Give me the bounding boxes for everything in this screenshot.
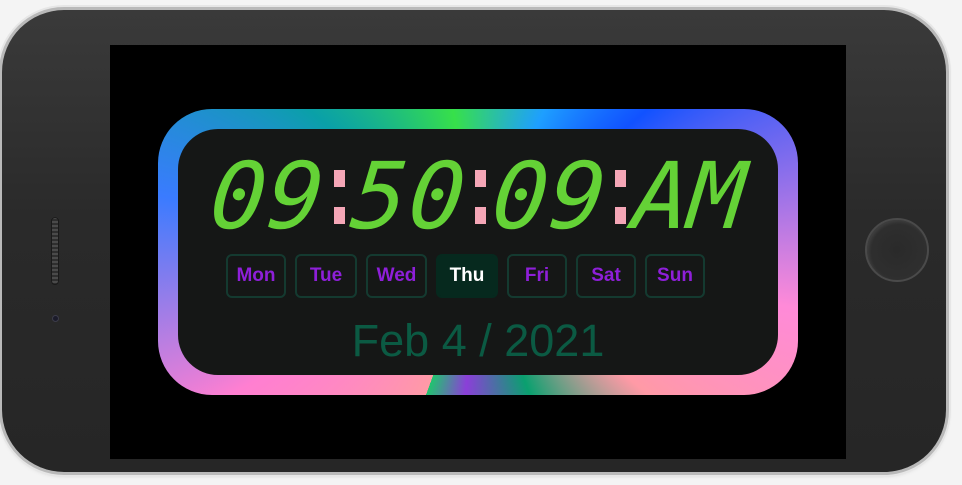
- day-fri: Fri: [507, 254, 567, 298]
- hours-digits: 09: [205, 143, 332, 250]
- clock-panel: 09 50 09 AM Mon Tue Wed Thu Fri Sat Sun …: [178, 129, 778, 375]
- day-sun: Sun: [645, 254, 705, 298]
- weekday-row: Mon Tue Wed Thu Fri Sat Sun: [226, 254, 705, 298]
- minutes-digits: 50: [346, 143, 473, 250]
- rainbow-frame: 09 50 09 AM Mon Tue Wed Thu Fri Sat Sun …: [158, 109, 798, 395]
- day-thu: Thu: [436, 254, 498, 298]
- date-label: Feb 4 / 2021: [351, 315, 605, 366]
- day-tue: Tue: [295, 254, 357, 298]
- colon-separator: [328, 147, 350, 247]
- home-button[interactable]: [865, 218, 929, 282]
- day-mon: Mon: [226, 254, 286, 298]
- page: 09 50 09 AM Mon Tue Wed Thu Fri Sat Sun …: [0, 0, 962, 485]
- day-sat: Sat: [576, 254, 636, 298]
- digital-time: 09 50 09 AM: [178, 143, 778, 250]
- colon-separator: [469, 147, 491, 247]
- day-wed: Wed: [366, 254, 427, 298]
- phone-body: 09 50 09 AM Mon Tue Wed Thu Fri Sat Sun …: [2, 10, 946, 472]
- front-camera: [53, 316, 58, 321]
- colon-separator: [610, 147, 632, 247]
- ampm-indicator: AM: [628, 143, 751, 250]
- volume-down-button: [262, 472, 322, 476]
- seconds-digits: 09: [487, 143, 614, 250]
- phone-screen: 09 50 09 AM Mon Tue Wed Thu Fri Sat Sun …: [110, 45, 846, 459]
- mute-switch: [112, 472, 146, 476]
- volume-up-button: [188, 472, 248, 476]
- speaker-grille: [51, 217, 59, 285]
